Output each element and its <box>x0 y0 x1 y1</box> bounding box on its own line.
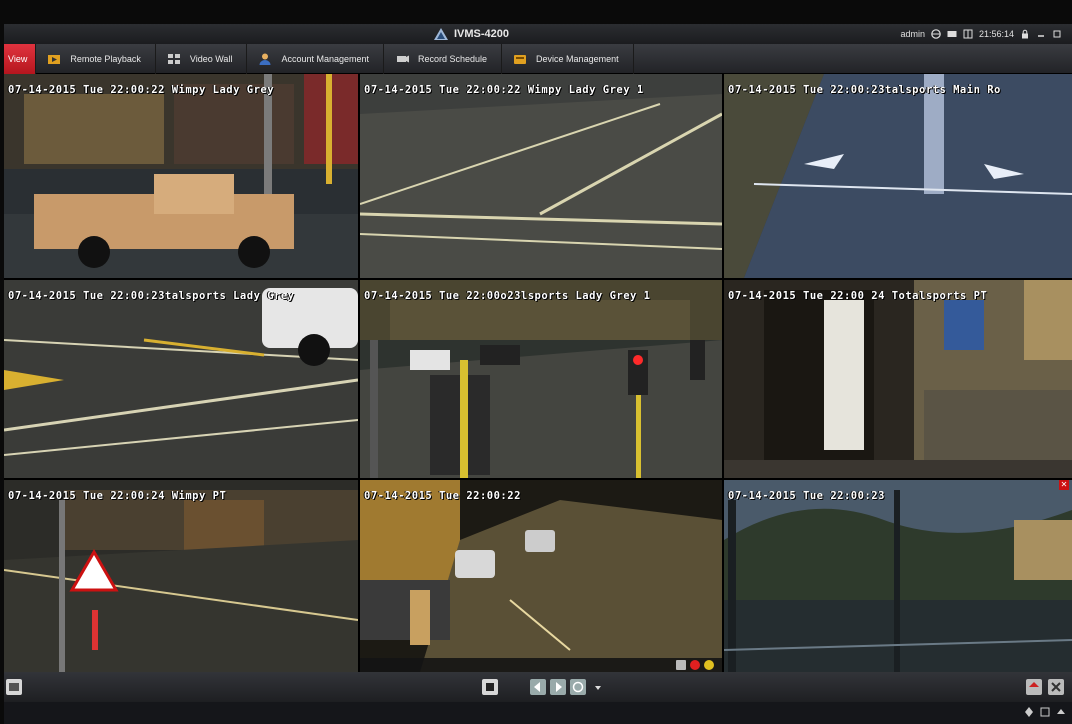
next-page-button[interactable] <box>550 679 566 695</box>
camera-tile-4[interactable]: 07-14-2015 Tue 22:00:23talsports Lady Gr… <box>4 280 358 478</box>
stop-all-button[interactable] <box>482 679 498 695</box>
network-icon[interactable] <box>931 29 941 39</box>
camera-5-osd: 07-14-2015 Tue 22:00o23lsports Lady Grey… <box>364 290 651 302</box>
live-view-toolbar <box>4 672 1072 702</box>
camera-tile-6[interactable]: 07-14-2015 Tue 22:00 24 Totalsports PT <box>724 280 1072 478</box>
window-icon[interactable] <box>1040 707 1050 717</box>
lock-icon[interactable] <box>1020 29 1030 39</box>
account-icon <box>257 52 273 66</box>
menu-remote-playback[interactable]: Remote Playback <box>36 43 156 74</box>
camera-2-feed <box>360 74 722 278</box>
stop-icon[interactable] <box>676 660 686 670</box>
camera-4-feed <box>4 280 358 478</box>
title-bar-right: admin 21:56:14 <box>900 24 1062 44</box>
menu-video-wall[interactable]: Video Wall <box>156 43 248 74</box>
camera-tile-5[interactable]: 07-14-2015 Tue 22:00o23lsports Lady Grey… <box>360 280 722 478</box>
camera-9-osd: 07-14-2015 Tue 22:00:23 <box>728 490 885 502</box>
camera-1-feed <box>4 74 358 278</box>
status-bar <box>4 702 1072 724</box>
chevron-down-icon[interactable] <box>590 679 601 695</box>
menu-view-label: View <box>8 53 28 64</box>
minimize-icon[interactable] <box>1036 29 1046 39</box>
camera-1-osd: 07-14-2015 Tue 22:00:22 Wimpy Lady Grey <box>8 84 275 96</box>
user-label[interactable]: admin <box>900 29 925 39</box>
camera-tile-8[interactable]: 07-14-2015 Tue 22:00:22 <box>360 480 722 672</box>
snapshot-icon[interactable] <box>704 660 714 670</box>
camera-tile-1[interactable]: 07-14-2015 Tue 22:00:22 Wimpy Lady Grey <box>4 74 358 278</box>
camera-6-osd: 07-14-2015 Tue 22:00 24 Totalsports PT <box>728 290 988 302</box>
video-wall-icon <box>166 52 182 66</box>
record-icon[interactable] <box>690 660 700 670</box>
camera-8-feed <box>360 480 722 672</box>
menu-view[interactable]: View <box>4 43 37 74</box>
camera-tile-2[interactable]: 07-14-2015 Tue 22:00:22 Wimpy Lady Grey … <box>360 74 722 278</box>
main-menu: View Remote Playback Video Wall Account … <box>4 43 1072 74</box>
clock-text: 21:56:14 <box>978 29 1014 39</box>
menu-record-schedule[interactable]: Record Schedule <box>384 43 503 74</box>
layout-icon[interactable] <box>963 29 973 39</box>
maximize-icon[interactable] <box>1052 29 1062 39</box>
auto-switch-button[interactable] <box>570 679 586 695</box>
camera-4-osd: 07-14-2015 Tue 22:00:23talsports Lady Gr… <box>8 290 295 302</box>
keyboard-icon[interactable] <box>947 29 957 39</box>
title-bar: IVMS-4200 admin 21:56:14 <box>4 24 1072 44</box>
menu-video-wall-label: Video Wall <box>189 53 233 64</box>
fullscreen-button[interactable] <box>1026 679 1042 695</box>
camera-tile-7[interactable]: 07-14-2015 Tue 22:00:24 Wimpy PT <box>4 480 358 672</box>
menu-remote-playback-label: Remote Playback <box>70 53 141 64</box>
camera-tile-3[interactable]: 07-14-2015 Tue 22:00:23talsports Main Ro <box>724 74 1072 278</box>
device-icon <box>512 52 528 66</box>
menu-account-management[interactable]: Account Management <box>247 43 384 74</box>
camera-8-toolbar <box>360 658 722 672</box>
playback-icon <box>46 52 62 66</box>
camera-tile-9[interactable]: 07-14-2015 Tue 22:00:23 ✕ <box>724 480 1072 672</box>
camera-5-feed <box>360 280 722 478</box>
ivms-logo-icon <box>434 28 448 40</box>
live-view-grid: 07-14-2015 Tue 22:00:22 Wimpy Lady Grey … <box>4 74 1072 672</box>
camera-7-feed <box>4 480 358 672</box>
screen-layout-button[interactable] <box>6 679 22 695</box>
camera-7-osd: 07-14-2015 Tue 22:00:24 Wimpy PT <box>8 490 227 502</box>
previous-page-button[interactable] <box>530 679 546 695</box>
camera-3-osd: 07-14-2015 Tue 22:00:23talsports Main Ro <box>728 84 1001 96</box>
menu-device-management[interactable]: Device Management <box>502 43 634 74</box>
camera-9-feed <box>724 480 1072 672</box>
pin-icon[interactable] <box>1024 707 1034 717</box>
app-title: IVMS-4200 <box>434 24 509 44</box>
app-title-text: IVMS-4200 <box>454 28 510 40</box>
camera-3-feed <box>724 74 1072 278</box>
close-tile-icon[interactable]: ✕ <box>1059 480 1069 490</box>
menu-record-schedule-label: Record Schedule <box>418 53 488 64</box>
camera-8-osd: 07-14-2015 Tue 22:00:22 <box>364 490 521 502</box>
camera-2-osd: 07-14-2015 Tue 22:00:22 Wimpy Lady Grey … <box>364 84 644 96</box>
record-schedule-icon <box>394 52 410 66</box>
collapse-icon[interactable] <box>1056 707 1066 717</box>
menu-account-management-label: Account Management <box>281 53 369 64</box>
monitor-frame: IVMS-4200 admin 21:56:14 View Remote Pla… <box>0 0 1072 724</box>
camera-6-feed <box>724 280 1072 478</box>
close-all-button[interactable] <box>1048 679 1064 695</box>
menu-device-management-label: Device Management <box>536 53 619 64</box>
